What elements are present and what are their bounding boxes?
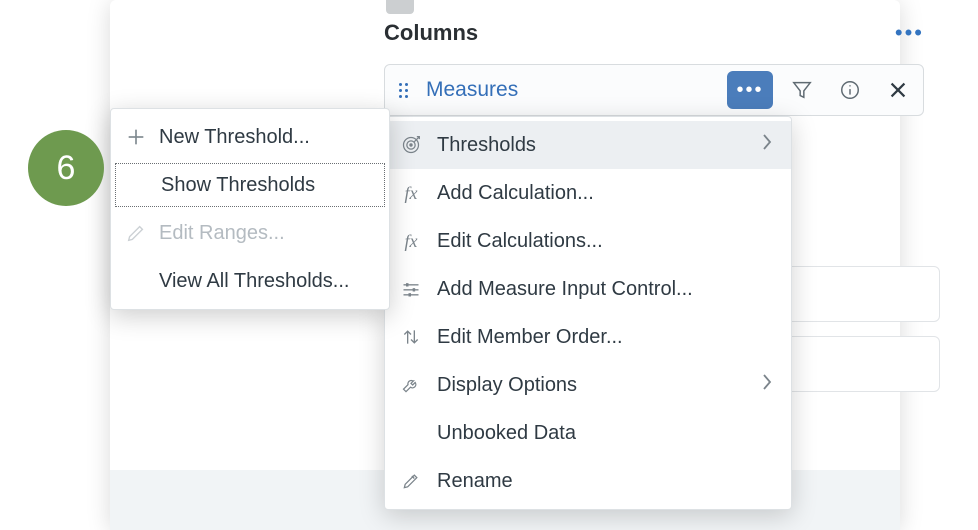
menu-item-add-calculation[interactable]: fx Add Calculation... <box>385 169 791 217</box>
menu-item-edit-member-order[interactable]: Edit Member Order... <box>385 313 791 361</box>
columns-more-icon[interactable]: ••• <box>895 20 924 46</box>
menu-item-rename[interactable]: Rename <box>385 457 791 505</box>
submenu-item-edit-ranges: Edit Ranges... <box>111 209 389 257</box>
submenu-label: View All Thresholds... <box>159 270 349 293</box>
close-icon[interactable] <box>879 71 917 109</box>
menu-item-add-measure-input-control[interactable]: Add Measure Input Control... <box>385 265 791 313</box>
menu-label: Edit Calculations... <box>437 230 773 253</box>
columns-header: Columns ••• <box>384 20 924 46</box>
submenu-label: Edit Ranges... <box>159 222 285 245</box>
fx-icon: fx <box>399 229 423 253</box>
menu-label: Rename <box>437 470 773 493</box>
drag-handle-icon[interactable] <box>399 83 408 98</box>
target-icon <box>399 133 423 157</box>
menu-label: Thresholds <box>437 134 747 157</box>
submenu-label: New Threshold... <box>159 126 310 149</box>
sliders-icon <box>399 277 423 301</box>
chevron-right-icon <box>761 133 773 157</box>
menu-label: Display Options <box>437 374 747 397</box>
measures-context-menu: Thresholds fx Add Calculation... fx Edit… <box>384 116 792 510</box>
chevron-right-icon <box>761 373 773 397</box>
menu-item-unbooked-data[interactable]: Unbooked Data <box>385 409 791 457</box>
submenu-item-view-all-thresholds[interactable]: View All Thresholds... <box>111 257 389 305</box>
thresholds-submenu: New Threshold... Show Thresholds Edit Ra… <box>110 108 390 310</box>
fx-icon: fx <box>399 181 423 205</box>
pencil-icon <box>125 222 147 244</box>
up-down-arrows-icon <box>399 325 423 349</box>
menu-item-display-options[interactable]: Display Options <box>385 361 791 409</box>
menu-item-thresholds[interactable]: Thresholds <box>385 121 791 169</box>
menu-label: Edit Member Order... <box>437 326 773 349</box>
columns-title: Columns <box>384 20 895 46</box>
submenu-item-new-threshold[interactable]: New Threshold... <box>111 113 389 161</box>
step-number: 6 <box>57 149 76 188</box>
measures-label: Measures <box>418 78 717 102</box>
menu-label: Add Measure Input Control... <box>437 278 773 301</box>
submenu-label: Show Thresholds <box>161 174 315 197</box>
step-badge: 6 <box>28 130 104 206</box>
menu-label: Unbooked Data <box>437 422 773 445</box>
filter-icon[interactable] <box>783 71 821 109</box>
submenu-item-show-thresholds[interactable]: Show Thresholds <box>113 161 387 209</box>
panel-resize-handle[interactable] <box>386 0 414 14</box>
wrench-icon <box>399 373 423 397</box>
empty-icon <box>399 421 423 445</box>
menu-item-edit-calculations[interactable]: fx Edit Calculations... <box>385 217 791 265</box>
menu-label: Add Calculation... <box>437 182 773 205</box>
info-icon[interactable] <box>831 71 869 109</box>
measures-more-button[interactable]: ••• <box>727 71 773 109</box>
plus-icon <box>125 126 147 148</box>
pencil-icon <box>399 469 423 493</box>
measures-token[interactable]: Measures ••• <box>384 64 924 116</box>
